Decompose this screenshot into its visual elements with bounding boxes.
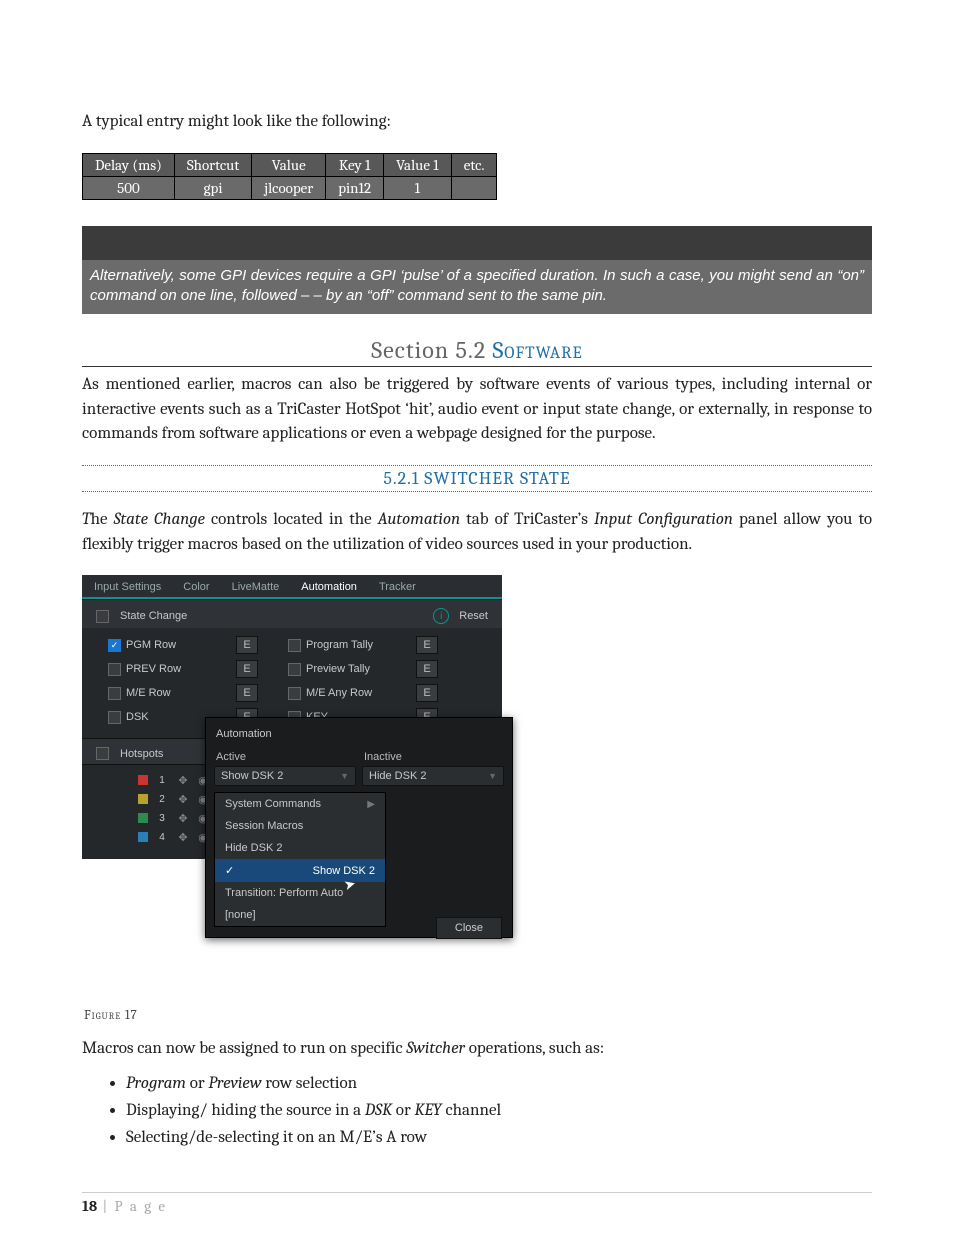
- inactive-dropdown[interactable]: Hide DSK 2▼: [362, 766, 504, 786]
- color-swatch-icon: [138, 794, 148, 804]
- state-change-checkbox[interactable]: [96, 610, 109, 623]
- state-change-paragraph: The State Change controls located in the…: [82, 508, 872, 557]
- pgm-row-checkbox[interactable]: ✓: [108, 639, 121, 652]
- hotspots-label: Hotspots: [120, 748, 163, 760]
- e-button[interactable]: E: [236, 684, 258, 702]
- config-tabs: Input Settings Color LiveMatte Automatio…: [82, 575, 502, 599]
- e-button[interactable]: E: [236, 660, 258, 678]
- e-button[interactable]: E: [416, 660, 438, 678]
- hotspot-number: 4: [154, 830, 170, 844]
- move-icon[interactable]: ✥: [176, 792, 190, 806]
- preview-tally-checkbox[interactable]: [288, 663, 301, 676]
- table-cell: 1: [384, 176, 452, 199]
- list-item: Displaying/ hiding the source in a DSK o…: [126, 1097, 872, 1124]
- table-header: Delay (ms): [83, 153, 175, 176]
- e-button[interactable]: E: [236, 636, 258, 654]
- menu-item-selected[interactable]: ✓ Show DSK 2: [215, 859, 385, 882]
- tab-input-settings[interactable]: Input Settings: [94, 581, 161, 597]
- table-header: Value: [252, 153, 326, 176]
- prev-row-checkbox[interactable]: [108, 663, 121, 676]
- inactive-label: Inactive: [362, 748, 504, 766]
- state-change-label: State Change: [120, 610, 187, 622]
- move-icon[interactable]: ✥: [176, 811, 190, 825]
- color-swatch-icon: [138, 813, 148, 823]
- hotspot-number: 1: [154, 773, 170, 787]
- info-icon[interactable]: i: [433, 608, 449, 624]
- table-cell: 500: [83, 176, 175, 199]
- table-cell: jlcooper: [252, 176, 326, 199]
- chevron-right-icon: ▶: [367, 799, 375, 810]
- section-paragraph: As mentioned earlier, macros can also be…: [82, 373, 872, 447]
- subsection-heading: 5.2.1 SWITCHER STATE: [82, 465, 872, 492]
- color-swatch-icon: [138, 832, 148, 842]
- move-icon[interactable]: ✥: [176, 830, 190, 844]
- section-heading: Section 5.2 Software: [82, 336, 872, 367]
- menu-item[interactable]: Hide DSK 2: [215, 837, 385, 859]
- e-button[interactable]: E: [416, 636, 438, 654]
- me-row-checkbox[interactable]: [108, 687, 121, 700]
- table-cell: gpi: [174, 176, 251, 199]
- gpi-pulse-note: Alternatively, some GPI devices require …: [82, 226, 872, 315]
- automation-popup: Automation Active Inactive Show DSK 2▼ H…: [205, 717, 513, 938]
- macro-menu: System Commands▶ Session Macros Hide DSK…: [214, 792, 386, 927]
- menu-item[interactable]: Session Macros: [215, 815, 385, 837]
- figure-caption: Figure 17: [84, 1008, 872, 1023]
- chevron-down-icon: ▼: [488, 771, 497, 781]
- table-cell: pin12: [326, 176, 384, 199]
- gpi-entry-table: Delay (ms) Shortcut Value Key 1 Value 1 …: [82, 153, 497, 200]
- tab-livematte[interactable]: LiveMatte: [232, 581, 280, 597]
- automation-popup-title: Automation: [214, 724, 504, 748]
- dsk-checkbox[interactable]: [108, 711, 121, 724]
- color-swatch-icon: [138, 775, 148, 785]
- list-item: Selecting/de-selecting it on an M/E’s A …: [126, 1124, 872, 1151]
- tab-tracker[interactable]: Tracker: [379, 581, 416, 597]
- gpi-pulse-note-text: Alternatively, some GPI devices require …: [82, 260, 872, 315]
- table-header: Shortcut: [174, 153, 251, 176]
- reset-button[interactable]: Reset: [459, 610, 488, 622]
- program-tally-checkbox[interactable]: [288, 639, 301, 652]
- menu-item[interactable]: System Commands▶: [215, 793, 385, 815]
- operations-intro: Macros can now be assigned to run on spe…: [82, 1037, 872, 1062]
- menu-item[interactable]: Transition: Perform Auto: [215, 882, 385, 904]
- active-dropdown[interactable]: Show DSK 2▼: [214, 766, 356, 786]
- tab-automation[interactable]: Automation: [301, 581, 357, 597]
- operations-list: Program or Preview row selection Display…: [126, 1070, 872, 1152]
- table-cell: [451, 176, 497, 199]
- close-button[interactable]: Close: [436, 917, 502, 939]
- table-header: Key 1: [326, 153, 384, 176]
- chevron-down-icon: ▼: [340, 771, 349, 781]
- active-label: Active: [214, 748, 356, 766]
- tab-color[interactable]: Color: [183, 581, 209, 597]
- move-icon[interactable]: ✥: [176, 773, 190, 787]
- e-button[interactable]: E: [416, 684, 438, 702]
- page-footer: 18 | P a g e: [82, 1192, 872, 1215]
- me-any-row-checkbox[interactable]: [288, 687, 301, 700]
- intro-text: A typical entry might look like the foll…: [82, 110, 872, 135]
- table-header: etc.: [451, 153, 497, 176]
- hotspot-number: 3: [154, 811, 170, 825]
- hotspots-checkbox[interactable]: [96, 747, 109, 760]
- table-header: Value 1: [384, 153, 452, 176]
- state-change-group: State Change i Reset: [82, 599, 502, 628]
- menu-item[interactable]: [none]: [215, 904, 385, 926]
- hotspot-number: 2: [154, 792, 170, 806]
- list-item: Program or Preview row selection: [126, 1070, 872, 1097]
